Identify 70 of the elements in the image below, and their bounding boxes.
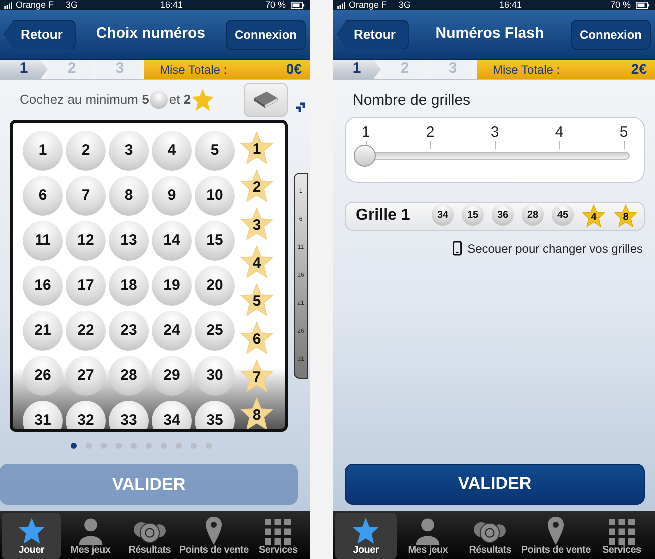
person-icon [414, 517, 442, 545]
total-value: 2€ [631, 60, 647, 79]
screen-title: Numéros Flash [434, 24, 546, 44]
tick-label: 1 [362, 124, 370, 140]
slider-thumb[interactable] [354, 144, 376, 166]
star-button[interactable]: 8 [239, 397, 275, 429]
back-button[interactable]: Retour [337, 20, 409, 50]
star-button[interactable]: 1 [239, 131, 275, 165]
grid-icon [265, 519, 292, 545]
star-button[interactable]: 4 [239, 245, 275, 279]
validate-button[interactable]: VALIDER [345, 464, 645, 504]
star-number: 4 [582, 204, 606, 228]
map-pin-icon [547, 517, 566, 545]
carrier-name: Orange F [16, 0, 54, 10]
network-type: 3G [399, 0, 412, 10]
map-pin-icon [205, 517, 224, 545]
battery-icon [290, 2, 306, 8]
instruction-text: Cochez au minimum 5 [20, 91, 150, 110]
phone-icon [452, 241, 462, 256]
battery-icon [635, 2, 651, 8]
tab-bar-item[interactable]: Résultats [459, 513, 522, 559]
battery-percent: 70 % [265, 0, 286, 10]
tab-bar-item[interactable]: Résultats [120, 513, 180, 559]
tab-bar-item[interactable]: Points de vente [179, 513, 249, 559]
tab-bar-item[interactable]: Mes jeux [61, 513, 120, 559]
eraser-icon [252, 91, 280, 109]
tab-bar-item[interactable]: Points de vente [521, 513, 591, 559]
tab-bar-item[interactable]: Jouer [2, 513, 62, 559]
star-button[interactable]: 3 [239, 207, 275, 241]
expand-icon[interactable] [294, 102, 306, 114]
star-button[interactable]: 2 [239, 169, 275, 203]
tab-bar-item[interactable]: Mes jeux [397, 513, 460, 559]
clock-time: 16:41 [160, 0, 184, 10]
clock-time: 16:41 [500, 0, 522, 10]
instruction-text: et 2 [169, 91, 192, 110]
star-number: 8 [614, 204, 638, 228]
login-button[interactable]: Connexion [226, 20, 306, 50]
star-button[interactable]: 6 [239, 321, 275, 355]
total-value: 0€ [286, 60, 302, 79]
slider[interactable] [354, 144, 630, 166]
network-type: 3G [66, 0, 78, 10]
star-button[interactable]: 7 [239, 359, 275, 393]
tab-bar-item[interactable]: Services [248, 513, 308, 559]
step-tab[interactable]: 1 [0, 60, 48, 79]
hint-text: Secouer pour changer vos grilles [468, 240, 643, 258]
tab-bar-item[interactable]: Jouer [335, 513, 398, 559]
tick-label: 2 [426, 124, 435, 140]
tick-label: 5 [620, 124, 628, 140]
star-icon [191, 88, 216, 112]
grid-icon [608, 519, 635, 545]
total-label: Mise Totale : [160, 62, 228, 78]
login-button[interactable]: Connexion [571, 20, 651, 50]
tick-label: 3 [490, 124, 500, 140]
back-button[interactable]: Retour [4, 20, 76, 50]
grid-label: Grille 1 [356, 206, 412, 226]
eraser-button[interactable] [244, 83, 288, 117]
total-label: Mise Totale : [493, 62, 560, 78]
tab-bar-item[interactable]: Services [590, 513, 653, 559]
signal-icon [4, 2, 14, 8]
star-button[interactable]: 5 [239, 283, 275, 317]
tick-label: 4 [555, 124, 564, 140]
step-tab[interactable]: 1 [333, 60, 381, 79]
star-icon [18, 517, 46, 545]
screen-title: Choix numéros [95, 24, 207, 44]
section-label: Nombre de grilles [353, 91, 472, 111]
carrier-name: Orange F [349, 0, 388, 10]
battery-percent: 70 % [610, 0, 631, 10]
signal-icon [337, 2, 347, 8]
person-icon [76, 517, 105, 545]
star-icon [352, 517, 380, 545]
